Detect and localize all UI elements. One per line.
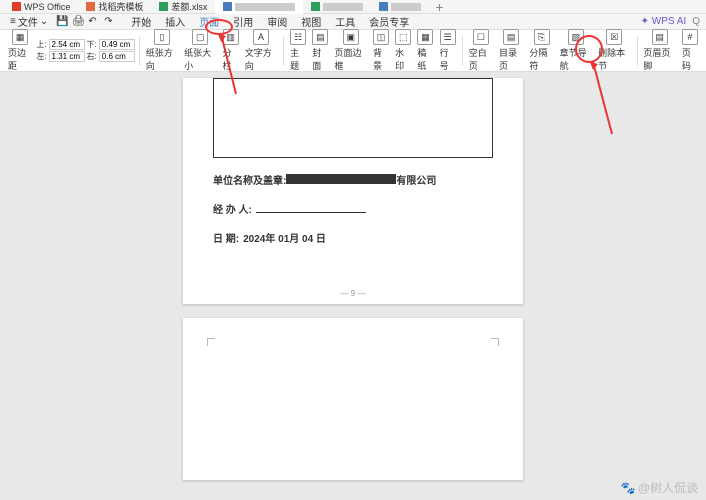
- quick-access-toolbar: 💾 🖨 ↶ ↷: [56, 16, 116, 28]
- orientation-icon: ▯: [154, 29, 170, 45]
- doc-tab-xlsx[interactable]: 差额.xlsx: [151, 0, 215, 14]
- app-tab-wps[interactable]: WPS Office: [4, 0, 78, 14]
- tab-view[interactable]: 视图: [298, 14, 324, 29]
- doc-tab-active[interactable]: [215, 0, 303, 14]
- save-icon[interactable]: 💾: [56, 16, 68, 28]
- delete-section-button[interactable]: ☒删除本节: [596, 28, 632, 73]
- doc-icon: [379, 2, 388, 11]
- document-page-9[interactable]: 单位名称及盖章: 有限公司 经 办 人: 日 期: 2024年 01月 04 日…: [183, 78, 523, 304]
- doc-title-redacted: [323, 3, 363, 11]
- hf-icon: ▤: [652, 29, 668, 45]
- tab-reference[interactable]: 引用: [230, 14, 256, 29]
- redo-icon[interactable]: ↷: [104, 16, 116, 28]
- cover-button[interactable]: ▤封面: [310, 28, 330, 73]
- line-icon: ▦: [417, 29, 433, 45]
- doc-icon: [223, 2, 232, 11]
- image-watermark: 🐾@树人侃谈: [621, 479, 698, 496]
- document-page-10[interactable]: [183, 318, 523, 480]
- wps-icon: [12, 2, 21, 11]
- tab-tools[interactable]: 工具: [332, 14, 358, 29]
- doc-tab-5[interactable]: [371, 0, 429, 14]
- background-button[interactable]: ◫背景: [371, 28, 391, 73]
- page-number: — 9 —: [183, 289, 523, 298]
- paper-size-button[interactable]: ▢纸张大小: [182, 28, 218, 73]
- margin-corner-icon: [491, 338, 499, 346]
- page-border-button[interactable]: ▣页面边框: [333, 28, 369, 73]
- add-tab-button[interactable]: +: [435, 0, 443, 15]
- menu-right: ✦ WPS AI Q: [641, 16, 700, 27]
- file-menu[interactable]: ≡ 文件 ⌄: [6, 14, 52, 29]
- columns-button[interactable]: ▥分栏: [221, 28, 241, 73]
- margin-right-input[interactable]: [99, 51, 135, 62]
- doc-tab-4[interactable]: [303, 0, 371, 14]
- page-number-button[interactable]: #页码: [680, 28, 700, 73]
- paw-icon: 🐾: [621, 481, 636, 495]
- toc-icon: ▤: [503, 29, 519, 45]
- template-icon: [86, 2, 95, 11]
- tab-insert[interactable]: 插入: [162, 14, 188, 29]
- line-number-button[interactable]: ☰行号: [438, 28, 458, 73]
- menu-tabs: 开始 插入 页面 引用 审阅 视图 工具 会员专享: [128, 14, 412, 29]
- wps-ai-button[interactable]: ✦ WPS AI: [641, 16, 687, 27]
- undo-icon[interactable]: ↶: [88, 16, 100, 28]
- tab-member[interactable]: 会员专享: [366, 14, 412, 29]
- doc-title-redacted: [391, 3, 421, 11]
- bg-icon: ◫: [373, 29, 389, 45]
- orientation-button[interactable]: ▯纸张方向: [144, 28, 180, 73]
- textdir-icon: A: [253, 29, 269, 45]
- redacted-text: [286, 174, 396, 184]
- blank-icon: ☐: [473, 29, 489, 45]
- ribbon: ▦页边距 上:下: 左:右: ▯纸张方向 ▢纸张大小 ▥分栏 A文字方向 ☷主题…: [0, 30, 706, 72]
- blank-page-button[interactable]: ☐空白页: [467, 28, 495, 73]
- delsec-icon: ☒: [606, 29, 622, 45]
- break-icon: ⎘: [534, 29, 550, 45]
- xlsx-icon: [311, 2, 320, 11]
- title-bar: WPS Office 找稻壳模板 差额.xlsx +: [0, 0, 706, 14]
- field-handler[interactable]: 经 办 人:: [213, 201, 493, 216]
- xlsx-icon: [159, 2, 168, 11]
- tab-page[interactable]: 页面: [196, 14, 222, 29]
- toc-page-button[interactable]: ▤目录页: [497, 28, 525, 73]
- columns-icon: ▥: [223, 29, 239, 45]
- cover-icon: ▤: [312, 29, 328, 45]
- margins-icon: ▦: [12, 29, 28, 45]
- text-direction-button[interactable]: A文字方向: [243, 28, 279, 73]
- pagenum-icon: #: [682, 29, 698, 45]
- theme-button[interactable]: ☷主题: [288, 28, 308, 73]
- margin-left-input[interactable]: [49, 51, 85, 62]
- field-date[interactable]: 日 期: 2024年 01月 04 日: [213, 230, 493, 245]
- tab-start[interactable]: 开始: [128, 14, 154, 29]
- search-icon[interactable]: Q: [692, 16, 700, 27]
- papersize-icon: ▢: [192, 29, 208, 45]
- field-unit-name[interactable]: 单位名称及盖章: 有限公司: [213, 172, 493, 187]
- header-footer-button[interactable]: ▤页眉页脚: [641, 28, 677, 73]
- theme-icon: ☷: [290, 29, 306, 45]
- app-tab-template[interactable]: 找稻壳模板: [78, 0, 151, 14]
- break-button[interactable]: ⎘分隔符: [527, 28, 555, 73]
- margin-inputs: 上:下: 左:右:: [36, 39, 134, 62]
- watermark-icon: ⬚: [395, 29, 411, 45]
- print-icon[interactable]: 🖨: [72, 16, 84, 28]
- margin-top-input[interactable]: [49, 39, 85, 50]
- margin-corner-icon: [207, 338, 215, 346]
- secnav-icon: ▧: [568, 29, 584, 45]
- section-nav-button[interactable]: ▧章节导航: [558, 28, 594, 73]
- tab-review[interactable]: 审阅: [264, 14, 290, 29]
- doc-title-redacted: [235, 3, 295, 11]
- text-box[interactable]: [213, 78, 493, 158]
- border-icon: ▣: [343, 29, 359, 45]
- watermark-button[interactable]: ⬚水印: [393, 28, 413, 73]
- line-paper-button[interactable]: ▦稿纸: [415, 28, 435, 73]
- lineno-icon: ☰: [440, 29, 456, 45]
- margin-bottom-input[interactable]: [99, 39, 135, 50]
- document-workspace[interactable]: 单位名称及盖章: 有限公司 经 办 人: 日 期: 2024年 01月 04 日…: [0, 72, 706, 500]
- margins-button[interactable]: ▦页边距: [6, 28, 34, 73]
